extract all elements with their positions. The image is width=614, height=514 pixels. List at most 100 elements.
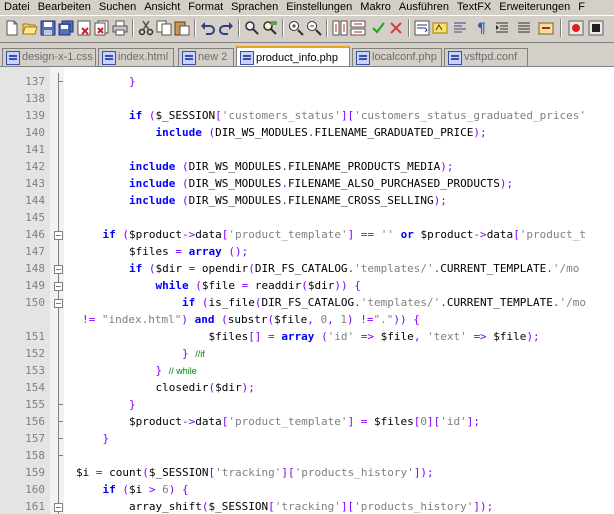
menu-item-bearbeiten[interactable]: Bearbeiten [34,0,95,14]
code-line: != "index.html") and (substr($file, 0, 1… [0,311,614,328]
line-number: 142 [25,160,45,173]
replace-icon[interactable] [262,20,278,36]
macro-run-icon[interactable] [370,20,386,36]
code-text: } // while [155,364,197,377]
menu-item-suchen[interactable]: Suchen [95,0,140,14]
line-number: 141 [25,143,45,156]
code-line: 150 if (is_file(DIR_FS_CATALOG.'template… [0,294,614,311]
tab-index-html[interactable]: index.html [98,48,174,66]
undo-icon[interactable] [200,20,216,36]
fold-toggle-icon[interactable] [54,282,63,291]
copy-icon[interactable] [156,20,172,36]
menu-item-makro[interactable]: Makro [356,0,395,14]
line-number: 145 [25,211,45,224]
folder-icon[interactable] [538,20,554,36]
line-number: 147 [25,245,45,258]
toolbar-separator [238,19,240,37]
print-icon[interactable] [112,20,128,36]
tab-new-2[interactable]: new 2 [178,48,234,66]
code-text: include (DIR_WS_MODULES.FILENAME_GRADUAT… [155,126,487,139]
fold-end [58,455,63,456]
toolbar-separator [326,19,328,37]
fold-end [58,421,63,422]
menu-item-erweiterungen[interactable]: Erweiterungen [495,0,574,14]
code-text: if ($i > 6) { [102,483,189,496]
code-line: 158 [0,447,614,464]
code-text: while ($file = readdir($dir)) { [155,279,361,292]
code-line: 147 $files = array (); [0,243,614,260]
menu-item-f[interactable]: F [574,0,589,14]
menu-item-ansicht[interactable]: Ansicht [140,0,184,14]
stop-recording-icon[interactable] [588,20,604,36]
code-text: $files = array (); [76,245,249,258]
zoom-in-icon[interactable] [288,20,304,36]
menu-item-sprachen[interactable]: Sprachen [227,0,282,14]
fold-toggle-icon[interactable] [54,265,63,274]
wrap-lines-icon[interactable] [516,20,532,36]
close-file-icon[interactable] [76,20,92,36]
indent-guide-icon[interactable] [452,20,468,36]
redo-icon[interactable] [218,20,234,36]
sync-horizontal-icon[interactable] [350,20,366,36]
fold-end [58,404,63,405]
code-editor[interactable]: 137 } 138 139 if ($_SESSION['customers_sta… [0,66,614,514]
code-line: 142 include (DIR_WS_MODULES.FILENAME_PRO… [0,158,614,175]
toolbar-separator [282,19,284,37]
code-text: $files[] = array ('id' => $file, 'text' … [76,330,540,343]
highlight-icon[interactable] [432,20,448,36]
code-line: 161 array_shift($_SESSION['tracking']['p… [0,498,614,514]
tab-localconf-php[interactable]: localconf.php [352,48,442,66]
line-number: 144 [25,194,45,207]
word-wrap-icon[interactable] [414,20,430,36]
menu-item-textfx[interactable]: TextFX [453,0,495,14]
find-icon[interactable] [244,20,260,36]
tab-design-x-1-css[interactable]: design-x-1.css [2,48,96,66]
menu-item-datei[interactable]: Datei [0,0,34,14]
line-number: 151 [25,330,45,343]
line-number: 150 [25,296,45,309]
code-line: 151 $files[] = array ('id' => $file, 'te… [0,328,614,345]
file-icon [356,51,370,65]
code-line: 160 if ($i > 6) { [0,481,614,498]
fold-toggle-icon[interactable] [54,503,63,512]
fold-toggle-icon[interactable] [54,231,63,240]
menu-item-format[interactable]: Format [184,0,227,14]
tab-product-info-php[interactable]: product_info.php [236,46,350,68]
fold-toggle-icon[interactable] [54,299,63,308]
show-all-chars-icon[interactable]: ¶ [474,20,490,37]
paste-icon[interactable] [174,20,190,36]
save-icon[interactable] [40,20,56,36]
line-number: 155 [25,398,45,411]
code-line: 157 } [0,430,614,447]
close-all-icon[interactable] [94,20,110,36]
zoom-out-icon[interactable] [306,20,322,36]
tab-vsftpd-conf[interactable]: vsftpd.conf [444,48,528,66]
save-all-icon[interactable] [58,20,74,36]
menu-item-ausführen[interactable]: Ausführen [395,0,453,14]
tab-label: design-x-1.css [22,51,93,63]
sync-vertical-icon[interactable] [332,20,348,36]
file-icon [448,51,462,65]
line-number: 148 [25,262,45,275]
line-number: 161 [25,500,45,513]
line-number: 140 [25,126,45,139]
macro-stop-icon[interactable] [388,20,404,36]
new-file-icon[interactable] [4,20,20,36]
line-number: 146 [25,228,45,241]
menu-item-einstellungen[interactable]: Einstellungen [282,0,356,14]
code-text: array_shift($_SESSION['tracking']['produ… [76,500,494,513]
code-line: 148 if ($dir = opendir(DIR_FS_CATALOG.'t… [0,260,614,277]
line-number: 158 [25,449,45,462]
open-file-icon[interactable] [22,20,38,36]
code-line: 145 [0,209,614,226]
indent-icon[interactable] [494,20,510,36]
record-macro-icon[interactable] [568,20,584,36]
code-text: } //if [181,347,205,360]
code-line: 138 [0,90,614,107]
fold-end [58,438,63,439]
code-text: } [128,75,136,88]
line-number: 138 [25,92,45,105]
line-number: 159 [25,466,45,479]
line-number: 157 [25,432,45,445]
cut-icon[interactable] [138,20,154,36]
